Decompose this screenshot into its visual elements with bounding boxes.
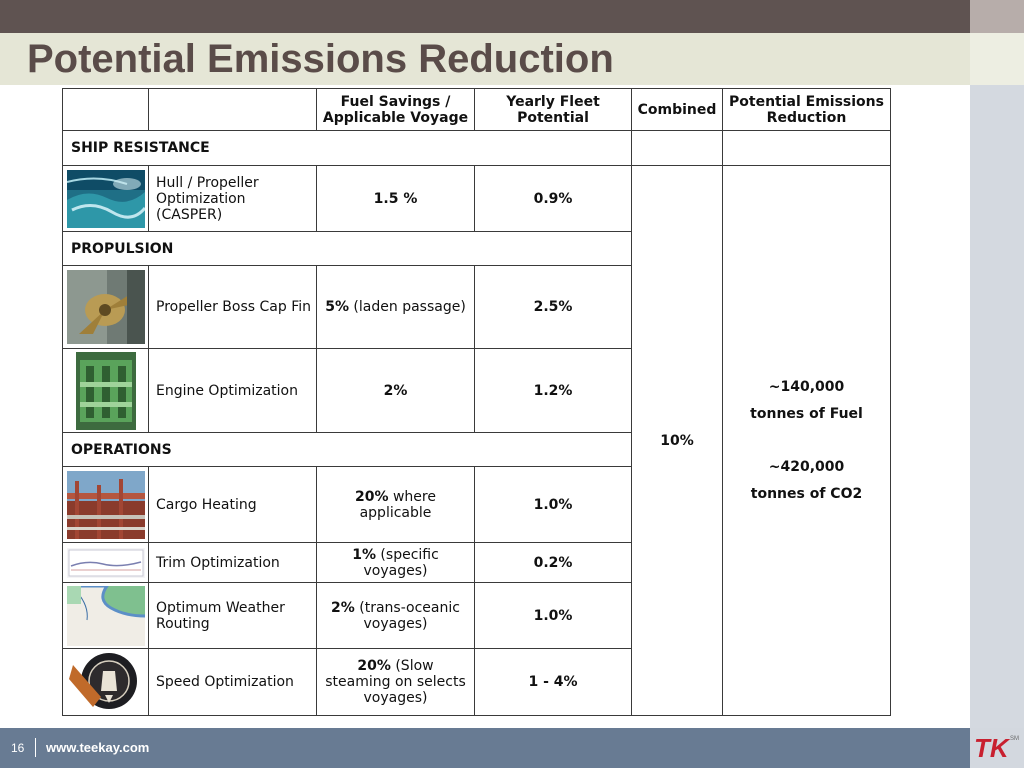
row-name: Trim Optimization xyxy=(148,542,317,583)
slide-title: Potential Emissions Reduction xyxy=(27,37,614,81)
fuel-savings-cell: 2% (trans-oceanic voyages) xyxy=(316,582,475,649)
potential-cell: ~140,000 tonnes of Fuel ~420,000 tonnes … xyxy=(722,165,891,716)
weather-map-image xyxy=(66,585,145,646)
engine-image xyxy=(75,351,136,430)
fuel-savings-note: (trans-oceanic voyages) xyxy=(354,599,460,632)
right-margin-column xyxy=(970,85,1024,728)
yearly-fleet-cell: 0.2% xyxy=(474,542,632,583)
row-name: Cargo Heating xyxy=(148,466,317,543)
fuel-savings-value: 1% xyxy=(352,546,376,563)
fuel-savings-cell: 2% xyxy=(316,348,475,433)
fuel-savings-value: 20% xyxy=(355,488,389,505)
yearly-fleet-cell: 2.5% xyxy=(474,265,632,349)
hull-propeller-image xyxy=(66,169,145,228)
yearly-fleet-cell: 0.9% xyxy=(474,165,632,232)
thumbnail-cell xyxy=(62,466,149,543)
empty-cell xyxy=(722,130,891,166)
header-row: Fuel Savings / Applicable Voyage Yearly … xyxy=(62,88,891,131)
slow-steaming-badge-image xyxy=(66,651,145,713)
section-propulsion: PROPULSION xyxy=(62,231,632,266)
section-ship-resistance: SHIP RESISTANCE xyxy=(62,130,632,166)
header-fuel-savings: Fuel Savings / Applicable Voyage xyxy=(316,88,475,131)
top-bar-accent xyxy=(970,0,1024,33)
row-name: Optimum Weather Routing xyxy=(148,582,317,649)
footer-divider xyxy=(35,738,36,757)
page-number: 16 xyxy=(11,741,25,755)
thumbnail-cell xyxy=(62,265,149,349)
row-name: Engine Optimization xyxy=(148,348,317,433)
propeller-image xyxy=(66,270,145,344)
fuel-savings-cell: 5% (laden passage) xyxy=(316,265,475,349)
fuel-savings-cell: 1.5 % xyxy=(316,165,475,232)
fuel-savings-cell: 20% (Slow steaming on selects voyages) xyxy=(316,648,475,716)
yearly-fleet-cell: 1.0% xyxy=(474,582,632,649)
top-bar xyxy=(0,0,970,33)
section-row: SHIP RESISTANCE xyxy=(62,130,891,166)
thumbnail-cell xyxy=(62,165,149,232)
header-yearly-fleet: Yearly Fleet Potential xyxy=(474,88,632,131)
potential-fuel-amount: ~140,000 xyxy=(768,378,845,395)
fuel-savings-cell: 1% (specific voyages) xyxy=(316,542,475,583)
row-name: Hull / Propeller Optimization (CASPER) xyxy=(148,165,317,232)
potential-co2-amount: ~420,000 xyxy=(768,458,845,475)
thumbnail-cell xyxy=(62,542,149,583)
logo-mark: SM xyxy=(1010,736,1019,742)
empty-cell xyxy=(631,130,723,166)
teekay-logo-icon: TK SM xyxy=(974,733,1019,761)
section-operations: OPERATIONS xyxy=(62,432,632,467)
fuel-savings-value: 20% xyxy=(357,658,391,674)
row-name: Propeller Boss Cap Fin xyxy=(148,265,317,349)
fuel-savings-note: (Slow steaming on selects voyages) xyxy=(325,658,466,706)
potential-fuel-unit: tonnes of Fuel xyxy=(750,405,863,422)
thumbnail-cell xyxy=(62,582,149,649)
thumbnail-cell xyxy=(62,348,149,433)
header-empty-cell xyxy=(148,88,317,131)
emissions-table: Fuel Savings / Applicable Voyage Yearly … xyxy=(62,88,891,716)
fuel-savings-value: 5% xyxy=(325,299,349,315)
logo-text: TK xyxy=(974,733,1011,761)
header-empty-cell xyxy=(62,88,149,131)
header-combined: Combined xyxy=(631,88,723,131)
fuel-savings-cell: 20% where applicable xyxy=(316,466,475,543)
fuel-savings-value: 1.5 % xyxy=(373,190,418,207)
row-name: Speed Optimization xyxy=(148,648,317,716)
trim-chart-image xyxy=(66,547,145,578)
yearly-fleet-cell: 1 - 4% xyxy=(474,648,632,716)
website-link[interactable]: www.teekay.com xyxy=(46,740,149,755)
header-potential: Potential Emissions Reduction xyxy=(722,88,891,131)
title-band-accent xyxy=(970,33,1024,85)
table-row: Hull / Propeller Optimization (CASPER) 1… xyxy=(62,165,891,716)
fuel-savings-note: (laden passage) xyxy=(348,299,466,315)
thumbnail-cell xyxy=(62,648,149,716)
yearly-fleet-cell: 1.2% xyxy=(474,348,632,433)
fuel-savings-value: 2% xyxy=(383,382,408,399)
combined-cell: 10% xyxy=(631,165,723,716)
yearly-fleet-cell: 1.0% xyxy=(474,466,632,543)
potential-co2-unit: tonnes of CO2 xyxy=(750,485,863,502)
cargo-deck-image xyxy=(66,470,145,539)
fuel-savings-value: 2% xyxy=(331,599,355,616)
